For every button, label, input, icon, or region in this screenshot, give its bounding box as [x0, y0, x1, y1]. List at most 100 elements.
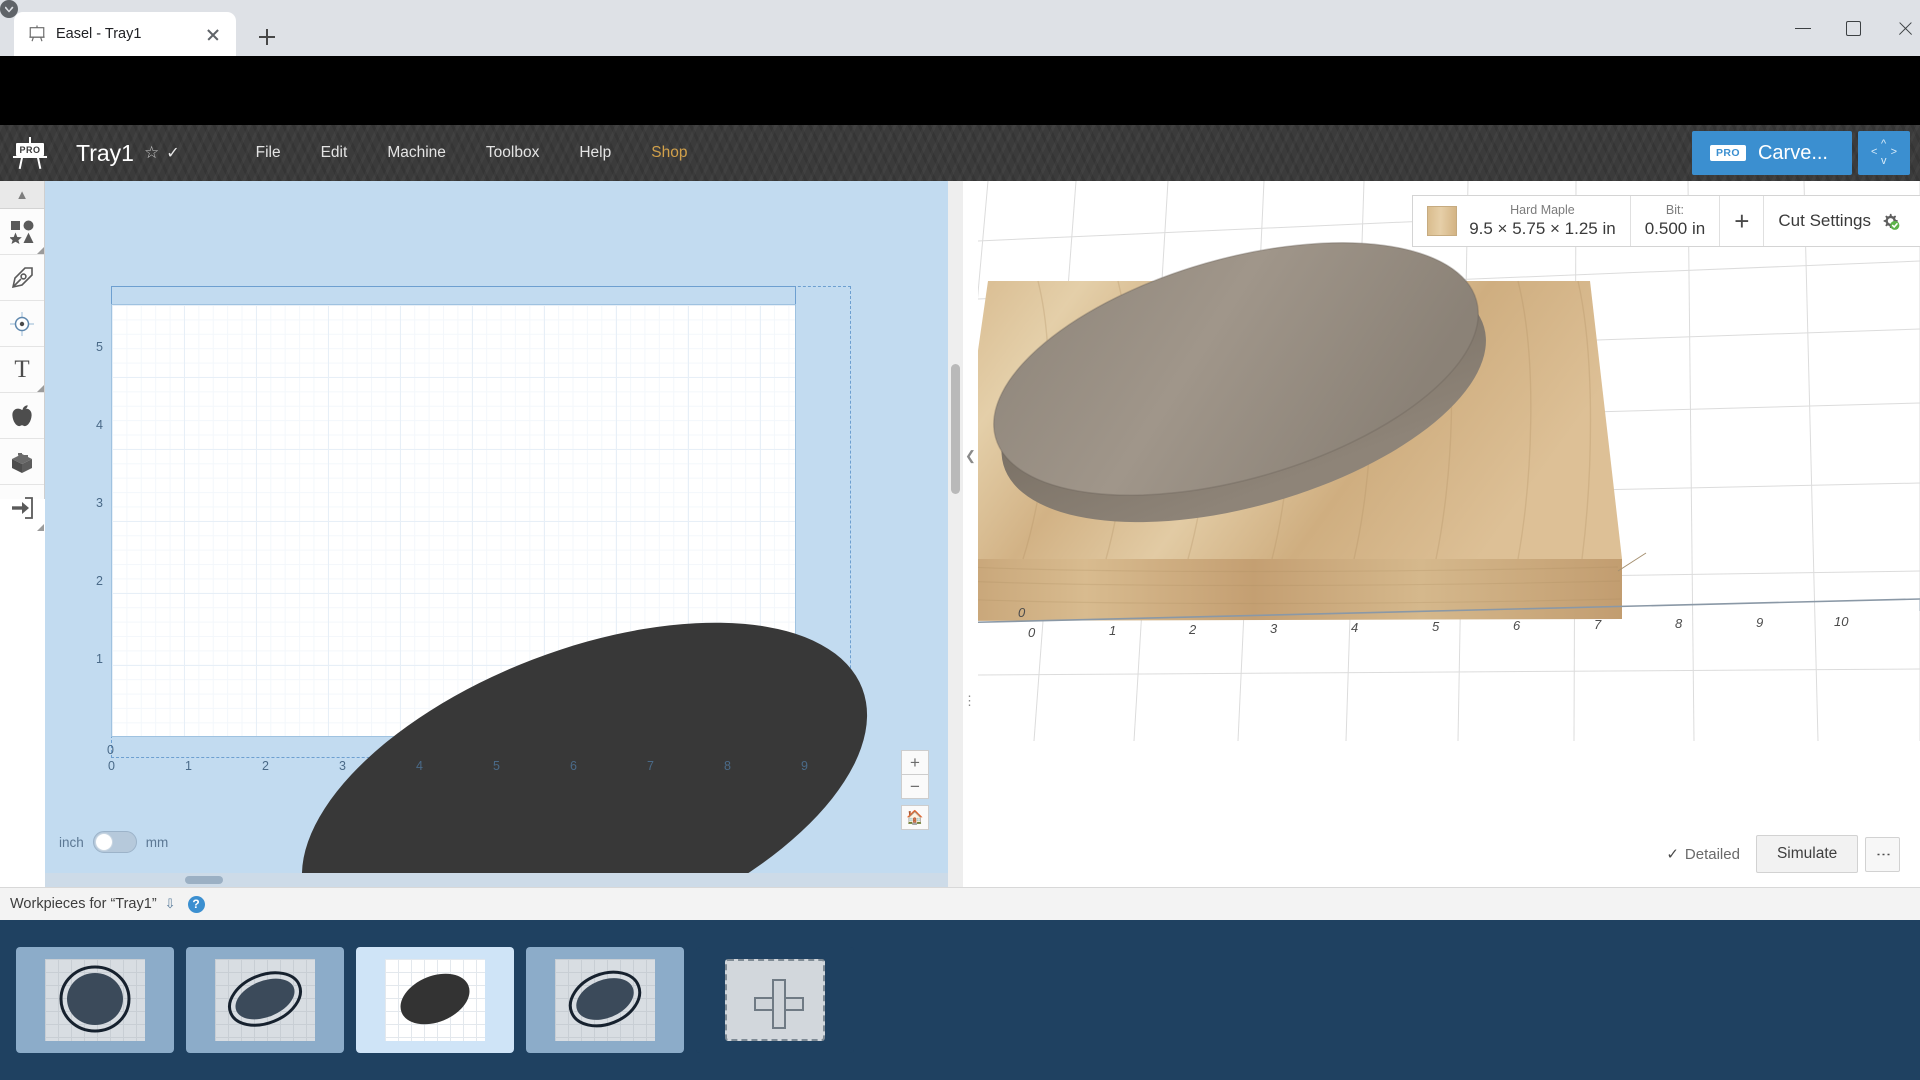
ruler-3d-x-tick-7: 7 [1594, 617, 1601, 632]
text-t-icon: T [14, 356, 29, 384]
preview-3d-more-button[interactable]: ⋮ [1865, 837, 1900, 872]
pen-tool[interactable] [0, 255, 44, 301]
ruler-y-tick-3: 3 [85, 496, 103, 510]
easel-logo-icon[interactable]: PRO [10, 133, 50, 173]
ruler-3d-x-tick-9: 9 [1756, 615, 1763, 630]
app-header: PRO Tray1 ☆ ✓ File Edit Machine Toolbox … [0, 125, 1920, 181]
bit-cell[interactable]: Bit: 0.500 in [1631, 196, 1721, 246]
ruler-3d-x-tick-0: 0 [1028, 625, 1035, 640]
ruler-3d-x-tick-4: 4 [1351, 620, 1358, 635]
workpieces-strip [0, 920, 1920, 1080]
horizontal-scrollbar[interactable] [45, 873, 963, 887]
ruler-y-tick-2: 2 [85, 574, 103, 588]
panel-resize-grip[interactable]: ⋮ [963, 696, 976, 706]
ellipse-shape[interactable] [255, 553, 914, 887]
collapse-left-panel-button[interactable]: ❮ [963, 436, 978, 476]
import-tool[interactable] [0, 485, 44, 531]
ruler-x-tick-1: 1 [185, 759, 192, 773]
shapes-tool[interactable] [0, 209, 44, 255]
detailed-toggle[interactable]: ✓ Detailed [1666, 845, 1740, 863]
zoom-in-button[interactable]: + [901, 750, 929, 775]
ruler-x-tick-7: 7 [647, 759, 654, 773]
star-outline-icon[interactable]: ☆ [144, 143, 159, 163]
menu-item-file[interactable]: File [236, 136, 301, 170]
ruler-3d-x-tick-3: 3 [1270, 621, 1277, 636]
menu-bar: File Edit Machine Toolbox Help Shop [236, 136, 708, 170]
pan-arrows-icon[interactable]: ^ v < > [1858, 131, 1910, 175]
ruler-y-origin-label: 0 [107, 743, 114, 757]
text-tool[interactable]: T [0, 347, 44, 393]
cube-icon [8, 449, 36, 475]
browser-tab[interactable]: Easel - Tray1 [14, 12, 236, 56]
carve-button[interactable]: PRO Carve... [1692, 131, 1852, 175]
ruler-y-tick-4: 4 [85, 418, 103, 432]
horizontal-scrollbar-thumb[interactable] [185, 876, 223, 884]
workpiece-thumbnail [45, 959, 145, 1041]
workpiece-4[interactable] [526, 947, 684, 1053]
vertical-scrollbar-thumb[interactable] [951, 364, 960, 494]
cut-settings-button[interactable]: Cut Settings [1764, 196, 1920, 246]
workpiece-3[interactable] [356, 947, 514, 1053]
ruler-3d-x-tick-8: 8 [1675, 616, 1682, 631]
design-canvas-2d[interactable]: 0 0 1 2 3 4 5 6 7 8 9 5 4 3 2 1 + − 🏠 in… [45, 181, 963, 887]
header-right-group: PRO Carve... ^ v < > [1692, 125, 1920, 181]
carve-button-label: Carve... [1758, 142, 1828, 165]
menu-item-toolbox[interactable]: Toolbox [466, 136, 559, 170]
simulate-button[interactable]: Simulate [1756, 835, 1858, 873]
zoom-out-button[interactable]: − [901, 774, 929, 799]
3d-shapes-tool[interactable] [0, 439, 44, 485]
menu-item-help[interactable]: Help [559, 136, 631, 170]
material-cell[interactable]: Hard Maple 9.5 × 5.75 × 1.25 in [1413, 196, 1631, 246]
menu-item-machine[interactable]: Machine [367, 136, 466, 170]
ruler-3d-x-tick-5: 5 [1432, 619, 1439, 634]
target-icon [9, 311, 35, 337]
document-title[interactable]: Tray1 [76, 140, 134, 167]
browser-tab-title: Easel - Tray1 [56, 26, 202, 42]
workpiece-2[interactable] [186, 947, 344, 1053]
workpiece-preview-icon [555, 959, 655, 1041]
menu-item-edit[interactable]: Edit [301, 136, 368, 170]
ruler-x-tick-2: 2 [262, 759, 269, 773]
zoom-home-button[interactable]: 🏠 [901, 805, 929, 830]
close-window-button[interactable] [1882, 12, 1920, 44]
ruler-x-tick-8: 8 [724, 759, 731, 773]
detailed-label: Detailed [1685, 846, 1740, 863]
workpiece-thumbnail [385, 959, 485, 1041]
ruler-3d-x-tick-6: 6 [1513, 618, 1520, 633]
material-area[interactable] [111, 304, 796, 737]
workpiece-1[interactable] [16, 947, 174, 1053]
workpiece-thumbnail [215, 959, 315, 1041]
ruler-3d-origin-y: 0 [1018, 605, 1025, 620]
apps-tool[interactable] [0, 393, 44, 439]
cut-settings-label: Cut Settings [1778, 211, 1871, 231]
ruler-x-tick-9: 9 [801, 759, 808, 773]
unit-toggle[interactable]: inch mm [59, 831, 168, 853]
menu-item-shop[interactable]: Shop [631, 136, 707, 170]
new-tab-button[interactable] [252, 22, 282, 52]
work-area: ▲ T [0, 181, 1920, 887]
ruler-x-tick-4: 4 [416, 759, 423, 773]
workpieces-header-label: Workpieces for “Tray1” [10, 896, 157, 912]
unit-switch[interactable] [93, 831, 137, 853]
close-icon[interactable] [202, 23, 224, 45]
vertical-scrollbar[interactable] [948, 181, 963, 887]
ruler-3d-x-tick-10: 10 [1834, 614, 1848, 629]
ruler-3d-x-tick-1: 1 [1109, 623, 1116, 638]
simulate-label: Simulate [1777, 845, 1837, 862]
target-tool[interactable] [0, 301, 44, 347]
preview-3d[interactable]: 10 5 0 0 0 1 2 3 4 5 6 7 8 9 10 Hard Map… [978, 181, 1920, 887]
check-icon: ✓ [1666, 846, 1679, 863]
chevron-up-icon[interactable]: ▲ [0, 181, 44, 209]
maximize-button[interactable] [1831, 12, 1877, 44]
apple-icon [9, 403, 35, 429]
ruler-x-tick-5: 5 [493, 759, 500, 773]
pro-badge-label: PRO [16, 143, 44, 156]
unit-label-inch: inch [59, 835, 84, 850]
minimize-button[interactable] [1780, 12, 1826, 44]
question-mark-icon[interactable]: ? [188, 896, 205, 913]
import-icon [9, 495, 35, 521]
chevron-double-down-icon[interactable]: ⇩ [165, 896, 176, 912]
add-bit-button[interactable]: + [1720, 196, 1764, 246]
wood-swatch [1427, 206, 1457, 236]
add-workpiece-button[interactable] [696, 947, 854, 1053]
